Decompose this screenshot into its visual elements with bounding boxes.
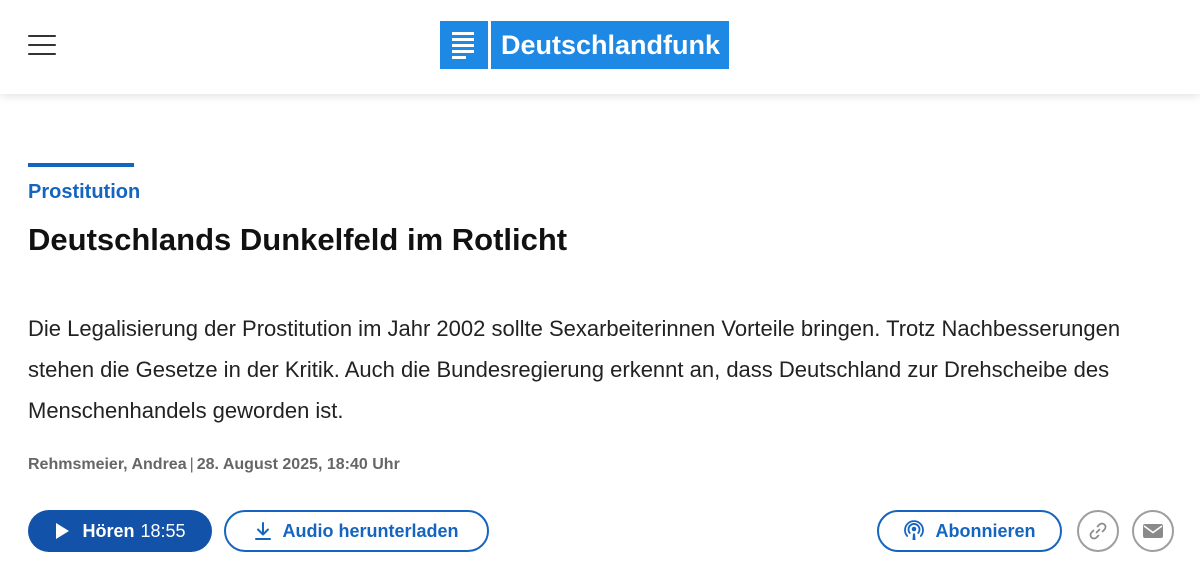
subscribe-label: Abonnieren: [935, 520, 1036, 541]
download-icon: [254, 521, 272, 541]
article-author: Rehmsmeier, Andrea: [28, 456, 187, 473]
link-icon: [1088, 521, 1108, 541]
article-meta: Rehmsmeier, Andrea | 28. August 2025, 18:4…: [28, 456, 400, 474]
hamburger-menu-icon[interactable]: [28, 35, 56, 57]
play-icon: [54, 522, 70, 540]
article-date: 28. August 2025, 18:40 Uhr: [196, 456, 400, 473]
meta-separator: |: [189, 456, 194, 473]
article-teaser: Die Legalisierung der Prostitution im Ja…: [28, 316, 1121, 423]
mail-icon: [1142, 523, 1164, 539]
share-mail-button[interactable]: [1132, 510, 1174, 552]
subscribe-button[interactable]: Abonnieren: [877, 510, 1062, 552]
download-audio-button[interactable]: Audio herunterladen: [224, 510, 489, 552]
play-label: Hören: [82, 520, 135, 541]
copy-link-button[interactable]: [1077, 510, 1119, 552]
article-title: Deutschlands Dunkelfeld im Rotlicht: [28, 222, 568, 257]
deutschlandfunk-logo-icon: [440, 21, 488, 69]
article-kicker: Prostitution: [28, 181, 141, 203]
site-header: Deutschlandfunk: [0, 0, 1200, 94]
podcast-icon: [903, 520, 925, 542]
kicker-rule: [28, 163, 134, 167]
play-duration: 18:55: [140, 520, 186, 541]
brand-logo[interactable]: Deutschlandfunk: [440, 21, 730, 69]
play-audio-button[interactable]: Hören 18:55: [28, 510, 212, 552]
brand-name: Deutschlandfunk: [491, 21, 730, 69]
download-label: Audio herunterladen: [282, 520, 459, 541]
